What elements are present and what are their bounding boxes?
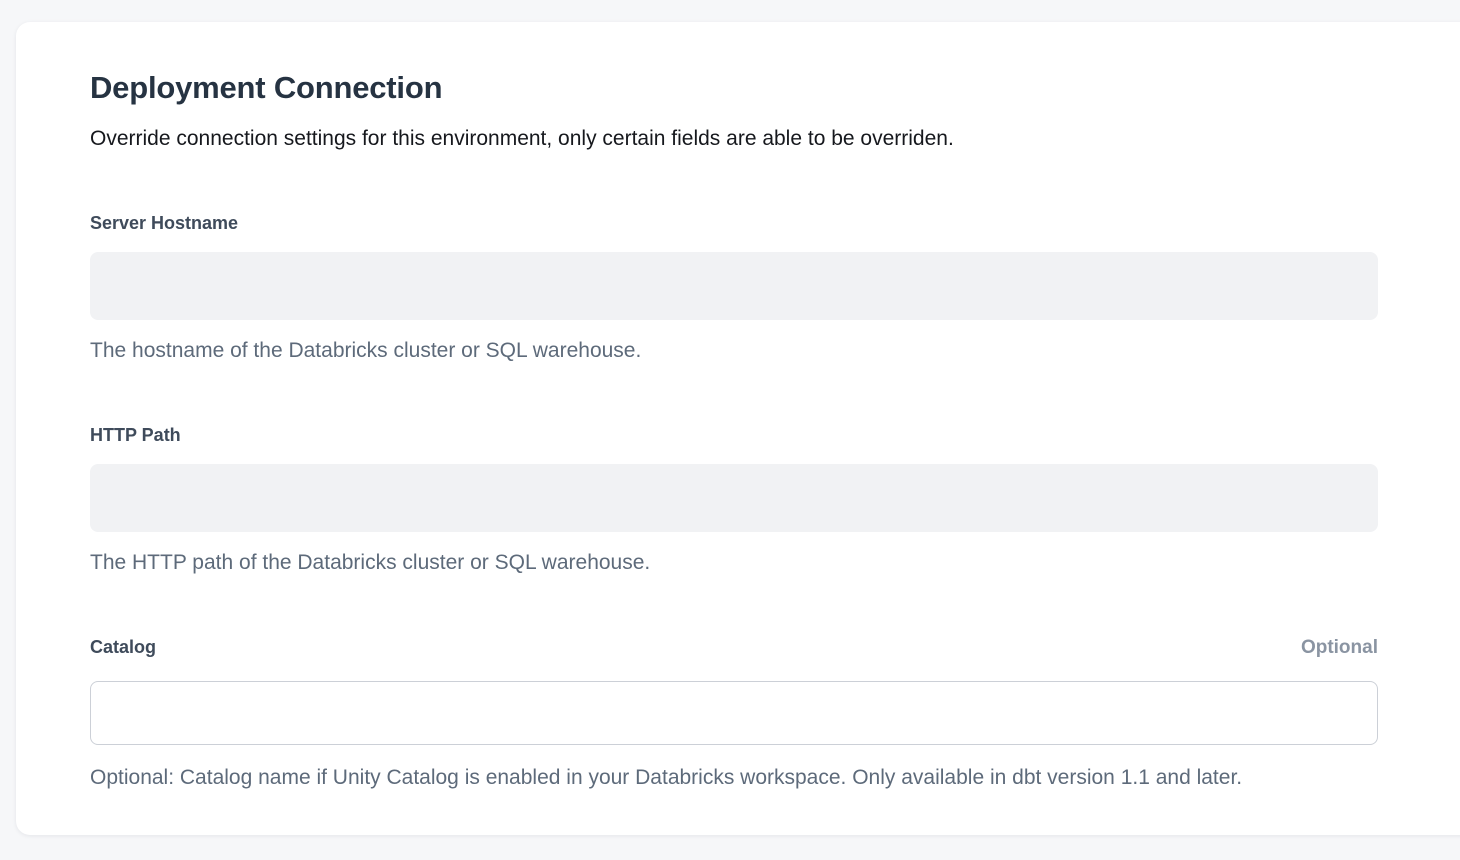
catalog-optional-badge: Optional xyxy=(1301,635,1378,661)
server-hostname-help: The hostname of the Databricks cluster o… xyxy=(90,336,1378,366)
page-subtitle: Override connection settings for this en… xyxy=(90,124,1378,154)
deployment-connection-card: Deployment Connection Override connectio… xyxy=(16,22,1460,835)
server-hostname-label: Server Hostname xyxy=(90,210,238,236)
field-server-hostname: Server Hostname The hostname of the Data… xyxy=(90,210,1378,366)
http-path-input xyxy=(90,464,1378,532)
catalog-label: Catalog xyxy=(90,634,156,660)
http-path-label: HTTP Path xyxy=(90,422,181,448)
field-http-path: HTTP Path The HTTP path of the Databrick… xyxy=(90,422,1378,578)
catalog-input[interactable] xyxy=(90,681,1378,745)
http-path-help: The HTTP path of the Databricks cluster … xyxy=(90,548,1378,578)
catalog-help: Optional: Catalog name if Unity Catalog … xyxy=(90,763,1378,793)
field-catalog: Catalog Optional Optional: Catalog name … xyxy=(90,634,1378,793)
page-title: Deployment Connection xyxy=(90,68,1378,108)
server-hostname-input xyxy=(90,252,1378,320)
